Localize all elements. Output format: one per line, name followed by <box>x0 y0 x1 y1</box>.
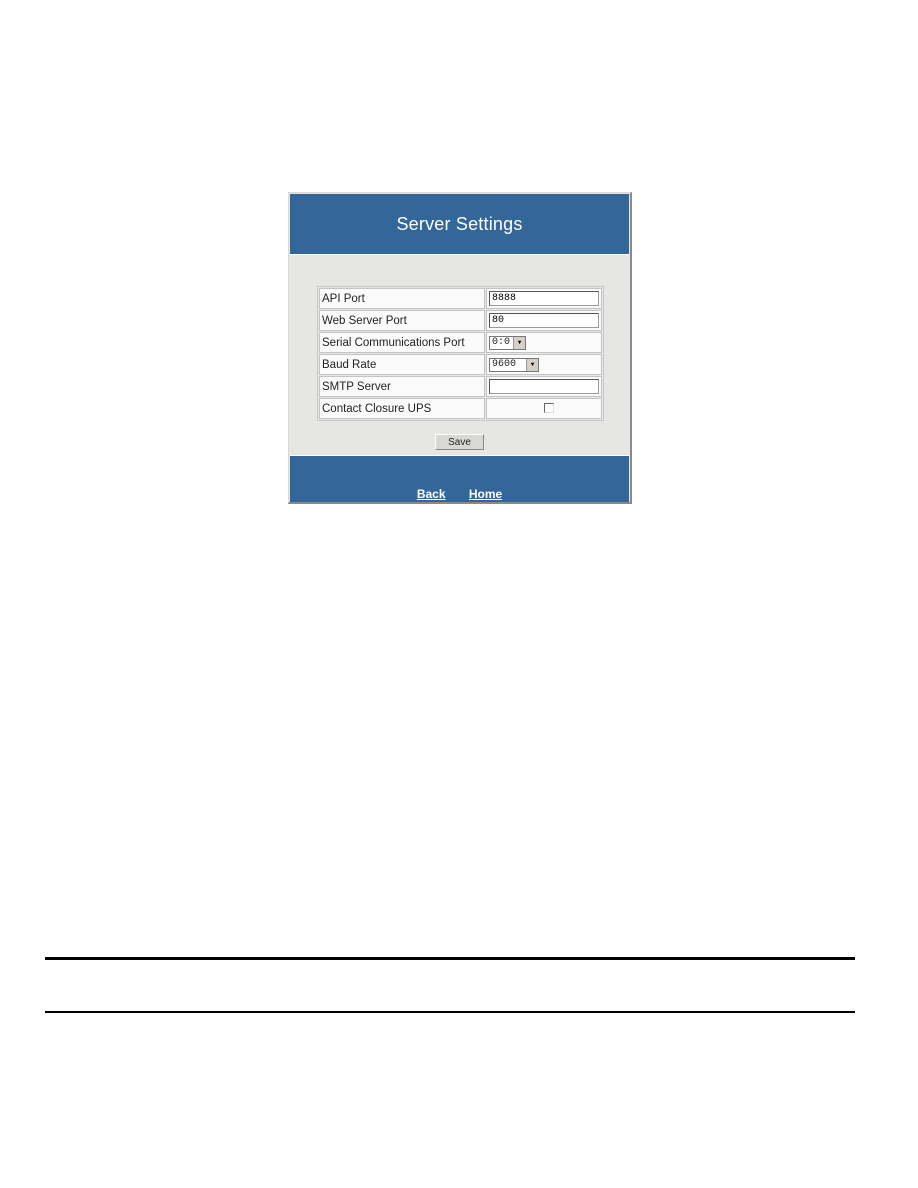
settings-table: API Port Web Server Port Serial Communic… <box>317 286 604 421</box>
table-row: Contact Closure UPS <box>319 398 602 419</box>
settings-form: API Port Web Server Port Serial Communic… <box>290 255 629 454</box>
api-port-input[interactable] <box>489 291 599 306</box>
table-row: SMTP Server <box>319 376 602 397</box>
footer-nav: Back Home <box>290 487 629 501</box>
divider-bottom <box>45 1011 855 1013</box>
home-link[interactable]: Home <box>469 487 502 501</box>
page-title: Server Settings <box>396 213 523 234</box>
save-button[interactable]: Save <box>435 434 484 450</box>
web-server-port-input[interactable] <box>489 313 599 328</box>
contact-closure-ups-label: Contact Closure UPS <box>319 398 485 419</box>
smtp-server-input[interactable] <box>489 379 599 394</box>
server-settings-panel: Server Settings API Port Web Server Port… <box>288 192 632 504</box>
table-row: Baud Rate 9600 ▼ <box>319 354 602 375</box>
panel-footer: Back Home <box>290 455 629 502</box>
baud-rate-select[interactable]: 9600 ▼ <box>489 357 539 372</box>
table-row: Web Server Port <box>319 310 602 331</box>
contact-closure-ups-checkbox[interactable] <box>544 403 554 414</box>
table-row: Serial Communications Port 0:0 ▼ <box>319 332 602 353</box>
api-port-label: API Port <box>319 288 485 309</box>
baud-rate-value: 9600 <box>492 359 517 371</box>
serial-port-value: 0:0 <box>492 337 511 349</box>
baud-rate-label: Baud Rate <box>319 354 485 375</box>
divider-top <box>45 957 855 960</box>
serial-port-select[interactable]: 0:0 ▼ <box>489 335 527 350</box>
back-link[interactable]: Back <box>417 487 446 501</box>
table-row: API Port <box>319 288 602 309</box>
web-server-port-label: Web Server Port <box>319 310 485 331</box>
smtp-server-label: SMTP Server <box>319 376 485 397</box>
chevron-down-icon[interactable]: ▼ <box>513 336 526 349</box>
serial-port-label: Serial Communications Port <box>319 332 485 353</box>
panel-header: Server Settings <box>290 194 629 255</box>
chevron-down-icon[interactable]: ▼ <box>526 358 538 371</box>
